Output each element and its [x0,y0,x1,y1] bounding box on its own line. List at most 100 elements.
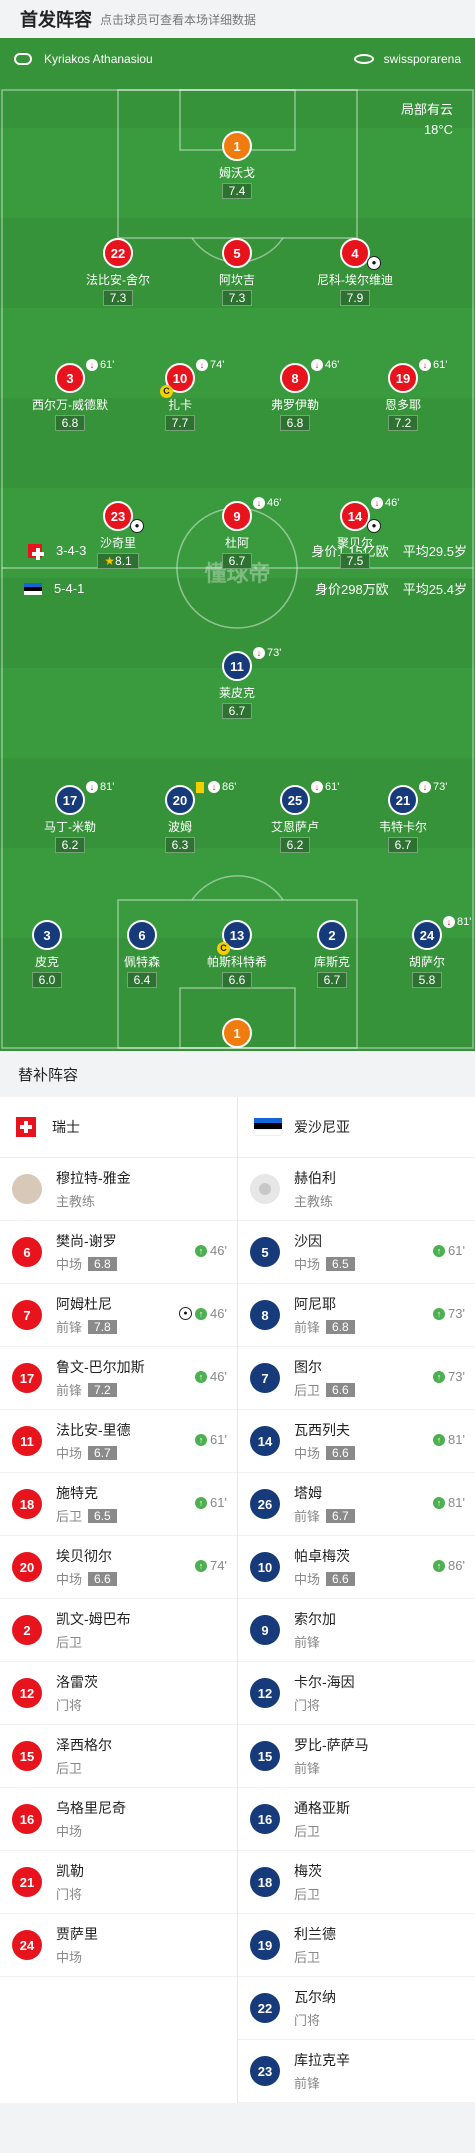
sub-player-row[interactable]: 12 洛雷茨 门将 [0,1662,237,1725]
sub-out-icon: ↓ [311,359,323,371]
player-name: 西尔万-威德默 [32,398,108,412]
sub-player-row[interactable]: 24 贾萨里 中场 [0,1914,237,1977]
star-icon: ★ [104,554,116,568]
home-player[interactable]: 3 西尔万-威德默 6.8 ↓ 61' [10,359,130,432]
sub-player-rating: 7.8 [88,1319,117,1334]
rating-value: 6.7 [323,973,341,987]
sub-player-row[interactable]: 18 施特克 后卫 6.5 ↑ 61' [0,1473,237,1536]
sub-player-row[interactable]: 21 凯勒 门将 [0,1851,237,1914]
sub-player-row[interactable]: 17 鲁文-巴尔加斯 前锋 7.2 ↑ 46' [0,1347,237,1410]
sub-player-row[interactable]: 16 乌格里尼奇 中场 [0,1788,237,1851]
sub-in-minute: 61' [210,1432,227,1447]
home-player[interactable]: 1 姆沃戈 7.4 [177,131,297,200]
coach-avatar [250,1174,280,1204]
sub-on-marker: ↑ 73' [433,1369,465,1384]
sub-player-name: 乌格里尼奇 [56,1800,126,1816]
captain-icon: C [160,385,173,398]
venue-name: swissporarena [383,52,461,66]
player-name: 恩多耶 [384,398,421,412]
away-player[interactable]: 17 马丁-米勒 6.2 ↓ 81' [10,781,130,854]
away-player[interactable]: 25 艾恩萨卢 6.2 ↓ 61' [235,781,355,854]
sub-player-row[interactable]: 15 罗比-萨萨马 前锋 [238,1725,475,1788]
home-player[interactable]: 10 扎卡 7.7 ↓ 74' C [120,359,240,432]
sub-player-meta: 中场 [56,1821,126,1840]
away-player[interactable]: 24 胡萨尔 5.8 ↓ 81' [367,916,475,989]
whistle-icon [14,53,32,65]
sub-player-row[interactable]: 26 塔姆 前锋 6.7 ↑ 81' [238,1473,475,1536]
player-number: 6 [127,920,157,950]
sub-player-number: 15 [250,1741,280,1771]
subs-table: 瑞士 穆拉特-雅金 主教练 6 樊尚-谢罗 中场 6.8 ↑ 46' 7 阿姆杜尼 前锋 7.8 ●… [0,1097,475,2103]
sub-player-row[interactable]: 22 瓦尔纳 门将 [238,1977,475,2040]
sub-in-icon: ↑ [433,1244,446,1257]
away-player[interactable]: 11 莱皮克 6.7 ↓ 73' [177,647,297,720]
sub-player-position: 前锋 [294,1635,321,1650]
sub-player-row[interactable]: 18 梅茨 后卫 [238,1851,475,1914]
rating-value: 6.7 [228,554,246,568]
sub-player-row[interactable]: 10 帕卓梅茨 中场 6.6 ↑ 86' [238,1536,475,1599]
pitch: Kyriakos Athanasiou swissporarena 局部有云 1… [0,38,475,1051]
player-number: 3 [55,363,85,393]
sub-player-meta: 门将 [294,1695,355,1714]
home-coach-row[interactable]: 穆拉特-雅金 主教练 [0,1158,237,1221]
sub-player-row[interactable]: 2 凯文-姆巴布 后卫 [0,1599,237,1662]
player-name: 沙奇里 [99,536,136,550]
away-coach-row[interactable]: 赫伯利 主教练 [238,1158,475,1221]
sub-player-number: 17 [12,1363,42,1393]
sub-player-rating: 6.7 [326,1508,355,1523]
sub-player-row[interactable]: 8 阿尼耶 前锋 6.8 ↑ 73' [238,1284,475,1347]
home-subs-column: 瑞士 穆拉特-雅金 主教练 6 樊尚-谢罗 中场 6.8 ↑ 46' 7 阿姆杜尼 前锋 7.8 ●… [0,1097,238,2103]
sub-player-row[interactable]: 16 通格亚斯 后卫 [238,1788,475,1851]
away-player[interactable]: 21 韦特卡尔 6.7 ↓ 73' [343,781,463,854]
away-player[interactable]: 20 波姆 6.3 ↓ 86' [120,781,240,854]
sub-player-row[interactable]: 7 阿姆杜尼 前锋 7.8 ● ↑ 46' [0,1284,237,1347]
home-player[interactable]: 22 法比安-舍尔 7.3 [58,238,178,307]
home-player[interactable]: 19 恩多耶 7.2 ↓ 61' [343,359,463,432]
sub-on-marker: ↑ 61' [433,1243,465,1258]
sub-player-name: 阿尼耶 [294,1296,336,1312]
sub-player-row[interactable]: 14 瓦西列夫 中场 6.6 ↑ 81' [238,1410,475,1473]
sub-player-name: 沙因 [294,1233,322,1249]
sub-on-marker: ↑ 86' [433,1558,465,1573]
sub-player-row[interactable]: 11 法比安-里德 中场 6.7 ↑ 61' [0,1410,237,1473]
sub-in-minute: 86' [448,1558,465,1573]
home-player[interactable]: 5 阿坎吉 7.3 [177,238,297,307]
sub-off-marker: ↓ 81' [443,916,471,928]
sub-off-marker: ↓ 81' [86,781,114,793]
sub-player-row[interactable]: 23 库拉克辛 前锋 [238,2040,475,2103]
sub-player-meta: 前锋 6.7 [294,1506,355,1525]
away-player[interactable]: 1伊戈南6.7 [177,1018,297,1051]
sub-player-row[interactable]: 9 索尔加 前锋 [238,1599,475,1662]
sub-player-number: 26 [250,1489,280,1519]
sub-player-position: 后卫 [56,1509,83,1524]
player-number: 2 [317,920,347,950]
sub-player-rating: 6.8 [326,1319,355,1334]
sub-player-meta: 后卫 [56,1758,112,1777]
sub-out-icon: ↓ [419,781,431,793]
home-player[interactable]: 14 聚贝尔 7.5 ↓ 46' ● [295,497,415,570]
home-player[interactable]: 9 杜阿 6.7 ↓ 46' [177,497,297,570]
home-player[interactable]: 8 弗罗伊勒 6.8 ↓ 46' [235,359,355,432]
goal-ball-icon: ● [367,256,381,270]
sub-player-rating: 6.8 [88,1256,117,1271]
sub-minute: 74' [210,359,225,371]
sub-player-row[interactable]: 5 沙因 中场 6.5 ↑ 61' [238,1221,475,1284]
home-player[interactable]: 23 沙奇里 ★8.1 ● [58,501,178,570]
sub-player-rating: 6.6 [326,1571,355,1586]
sub-player-row[interactable]: 12 卡尔-海因 门将 [238,1662,475,1725]
sub-player-position: 中场 [294,1572,321,1587]
sub-on-marker: ↑ 46' [195,1243,227,1258]
sub-player-row[interactable]: 15 泽西格尔 后卫 [0,1725,237,1788]
sub-player-row[interactable]: 6 樊尚-谢罗 中场 6.8 ↑ 46' [0,1221,237,1284]
sub-in-minute: 73' [448,1369,465,1384]
rating-value: 7.2 [394,416,412,430]
player-name: 杜阿 [224,536,249,550]
sub-player-row[interactable]: 7 图尔 后卫 6.6 ↑ 73' [238,1347,475,1410]
sub-player-number: 20 [12,1552,42,1582]
player-number: 5 [222,238,252,268]
sub-player-row[interactable]: 19 利兰德 后卫 [238,1914,475,1977]
sub-player-position: 前锋 [294,1320,321,1335]
rating-value: 7.5 [346,554,364,568]
home-player[interactable]: 4 尼科-埃尔维迪 7.9 ● [295,238,415,307]
sub-player-row[interactable]: 20 埃贝彻尔 中场 6.6 ↑ 74' [0,1536,237,1599]
